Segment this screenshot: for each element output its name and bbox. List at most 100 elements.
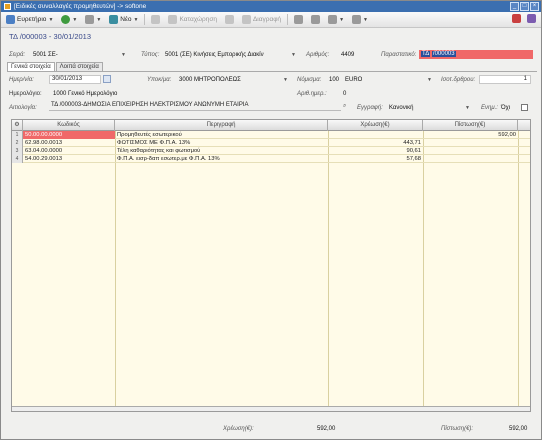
update-field[interactable]: Όχι xyxy=(501,105,510,111)
column-code[interactable]: Κωδικός xyxy=(23,120,115,131)
chevron-down-icon: ▼ xyxy=(363,16,368,23)
document-number: /000003 xyxy=(431,51,456,57)
description-cell[interactable]: Φ.Π.Α. εισρ-δαπ εσωτερ.με Φ.Π.Α. 13% xyxy=(115,155,328,163)
app-icon xyxy=(4,3,11,10)
record-field[interactable]: Κανονική xyxy=(389,105,413,111)
credit-cell[interactable] xyxy=(423,139,518,147)
journal-label: Ημερολόγιο: xyxy=(9,91,42,97)
description-cell[interactable]: Τέλη καθαριότητας και φωτισμού xyxy=(115,147,328,155)
total-credit-label: Πίστωση(€): xyxy=(441,426,474,432)
help-icon[interactable] xyxy=(527,14,536,23)
index-button[interactable]: Ευρετήριο ▼ xyxy=(4,14,55,26)
branch-label: Υποκ/μα: xyxy=(147,77,172,83)
prev-record-button[interactable] xyxy=(309,14,322,26)
copy-icon xyxy=(151,15,161,24)
journal-field[interactable]: 1000 Γενικό Ημερολόγιο xyxy=(53,91,117,97)
chevron-down-icon: ▼ xyxy=(72,16,78,23)
chevron-down-icon: ▼ xyxy=(48,16,54,23)
undo-button[interactable] xyxy=(223,14,236,26)
date-field[interactable]: 30/01/2013 xyxy=(49,75,101,84)
code-cell[interactable]: 63.04.00.0000 xyxy=(23,147,115,155)
minimize-icon[interactable]: _ xyxy=(510,2,519,11)
delete-button[interactable]: Διαγραφή xyxy=(240,14,283,26)
row-number: 3 xyxy=(12,147,23,155)
chevron-down-icon: ▼ xyxy=(96,16,102,23)
grid-divider xyxy=(423,131,424,411)
mail-button[interactable]: ▼ xyxy=(326,14,346,26)
close-icon[interactable]: × xyxy=(530,2,539,11)
reason-field[interactable]: ΤΔ /000003-ΔΗΜΟΣΙΑ ΕΠΙΧΕΙΡΗΣΗ ΗΛΕΚΤΡΙΣΜΟ… xyxy=(49,102,341,111)
rate-label: Ισοτ.δρθρου: xyxy=(441,77,476,83)
chevron-down-icon[interactable]: ▼ xyxy=(465,105,470,111)
credit-cell[interactable] xyxy=(423,155,518,163)
document-prefix: ΤΔ xyxy=(421,51,431,57)
date-label: Ημερ/νία: xyxy=(9,77,34,83)
grid-settings-icon[interactable]: ⚙ xyxy=(12,120,23,131)
grid-divider xyxy=(115,131,116,411)
description-cell[interactable]: Προμηθευτές εσωτερικού xyxy=(115,131,328,139)
debit-cell[interactable]: 57,68 xyxy=(328,155,423,163)
search-icon[interactable]: ⌕ xyxy=(343,103,346,110)
type-field[interactable]: 5001 (ΣΕ) Κινήσεις Εμπορικής Διακίν xyxy=(165,52,264,58)
currency-label: Νόμισμα: xyxy=(297,77,322,83)
branch-field[interactable]: 3000 ΜΗΤΡΟΠΟΛΕΩΣ xyxy=(179,77,241,83)
record-label: Εγγραφή: xyxy=(357,105,383,111)
print-button[interactable]: ▼ xyxy=(83,14,103,26)
delete-icon xyxy=(241,15,251,24)
save-button[interactable]: Καταχώρηση xyxy=(166,14,219,26)
horizontal-scrollbar[interactable] xyxy=(12,406,530,411)
table-row[interactable]: 2 62.98.00.0013 ΦΩΤΙΣΜΟΣ ΜΕ Φ.Π.Α. 13% 4… xyxy=(12,139,530,147)
toolbar-separator xyxy=(144,14,146,25)
tab-general[interactable]: Γενικά στοιχεία xyxy=(7,62,55,71)
rate-field[interactable]: 1 xyxy=(479,75,531,84)
export-button[interactable]: ▼ xyxy=(350,14,370,26)
add-button[interactable]: ▼ xyxy=(59,14,79,26)
debit-cell[interactable]: 443,71 xyxy=(328,139,423,147)
new-label: Νέο xyxy=(120,16,132,23)
column-description[interactable]: Περιγραφή xyxy=(115,120,328,131)
type-label: Τύπος: xyxy=(141,52,160,58)
copy-button[interactable] xyxy=(149,14,162,26)
first-record-button[interactable] xyxy=(292,14,305,26)
prev-icon xyxy=(311,15,321,24)
code-cell[interactable]: 62.98.00.0013 xyxy=(23,139,115,147)
description-cell[interactable]: ΦΩΤΙΣΜΟΣ ΜΕ Φ.Π.Α. 13% xyxy=(115,139,328,147)
new-button[interactable]: Νέο ▼ xyxy=(107,14,140,26)
tab-other[interactable]: Λοιπά στοιχεία xyxy=(55,62,103,71)
code-cell[interactable]: 54.00.29.0013 xyxy=(23,155,115,163)
entry-field[interactable]: 0 xyxy=(343,91,346,97)
credit-cell[interactable]: 592,00 xyxy=(423,131,518,139)
series-field[interactable]: 5001 ΣΕ- xyxy=(33,52,58,58)
general-panel: Ημερ/νία: 30/01/2013 Υποκ/μα: 3000 ΜΗΤΡΟ… xyxy=(7,71,537,117)
toolbar-right xyxy=(512,14,536,23)
entry-label: Αριθ.ημερ.: xyxy=(297,91,327,97)
debit-cell[interactable] xyxy=(328,131,423,139)
chevron-down-icon[interactable]: ▼ xyxy=(291,52,296,58)
row-number: 1 xyxy=(12,131,23,139)
column-credit[interactable]: Πίστωση(€) xyxy=(423,120,518,131)
chevron-down-icon[interactable]: ▼ xyxy=(283,77,288,83)
currency-code-field[interactable]: 100 xyxy=(329,77,339,83)
window-title: [Ειδικές συναλλαγές προμηθευτών] -> soft… xyxy=(14,3,147,10)
tools-icon[interactable] xyxy=(512,14,521,23)
maximize-icon[interactable]: □ xyxy=(520,2,529,11)
update-checkbox[interactable] xyxy=(521,104,528,111)
table-row[interactable]: 3 63.04.00.0000 Τέλη καθαριότητας και φω… xyxy=(12,147,530,155)
currency-field[interactable]: EURO xyxy=(345,77,362,83)
credit-cell[interactable] xyxy=(423,147,518,155)
table-row[interactable]: 4 54.00.29.0013 Φ.Π.Α. εισρ-δαπ εσωτερ.μ… xyxy=(12,155,530,163)
document-field[interactable]: ΤΔ /000003 xyxy=(419,50,533,59)
number-field[interactable]: 4409 xyxy=(341,52,354,58)
table-row[interactable]: 1 50.00.00.0000 Προμηθευτές εσωτερικού 5… xyxy=(12,131,530,139)
column-debit[interactable]: Χρέωση(€) xyxy=(328,120,423,131)
debit-cell[interactable]: 90,61 xyxy=(328,147,423,155)
code-cell[interactable]: 50.00.00.0000 xyxy=(23,131,115,139)
chevron-down-icon[interactable]: ▼ xyxy=(427,77,432,83)
index-label: Ευρετήριο xyxy=(17,16,47,23)
total-debit-value: 592,00 xyxy=(317,426,336,432)
application-window: [Ειδικές συναλλαγές προμηθευτών] -> soft… xyxy=(0,0,542,440)
chevron-down-icon[interactable]: ▼ xyxy=(121,52,126,58)
calendar-icon[interactable] xyxy=(103,75,111,83)
chevron-down-icon: ▼ xyxy=(339,16,345,23)
window-controls: _ □ × xyxy=(510,2,539,11)
